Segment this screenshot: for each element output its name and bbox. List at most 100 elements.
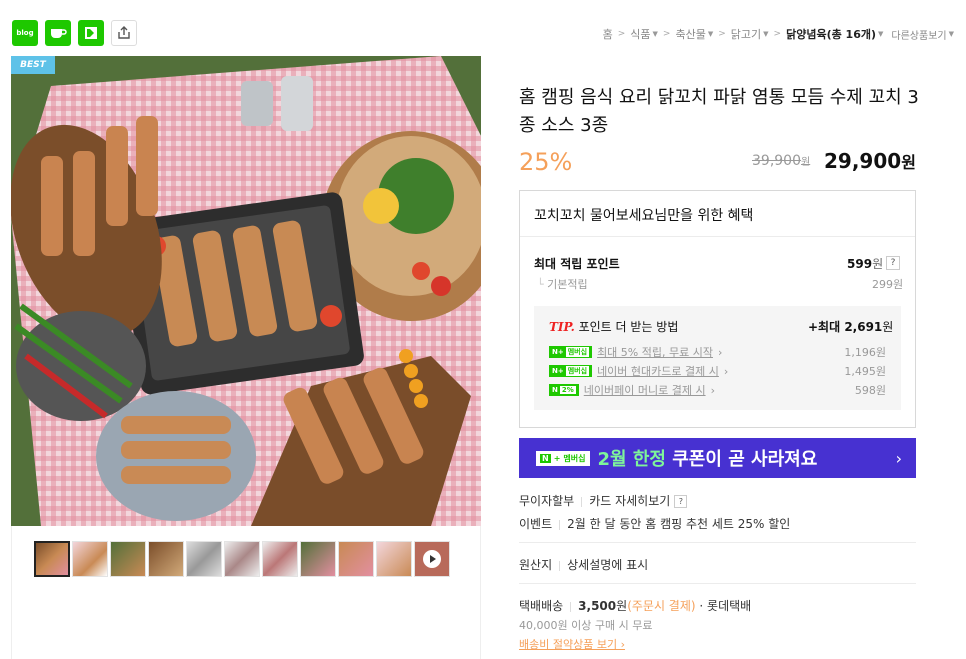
sale-price: 29,900원 (824, 149, 916, 173)
sale-price-value: 29,900 (824, 149, 902, 173)
tip-max-prefix: +최대 (808, 320, 841, 334)
coupon-banner[interactable]: N + 멤버십 2월 한정 쿠폰이 곧 사라져요 › (519, 438, 916, 478)
event-text: 2월 한 달 동안 홈 캠핑 추천 세트 25% 할인 (567, 517, 791, 531)
help-icon[interactable]: ? (886, 256, 900, 270)
thumbnail[interactable] (338, 541, 374, 577)
product-title: 홈 캠핑 음식 요리 닭꼬치 파닭 염통 모듬 수제 꼬치 3종 소스 3종 (519, 87, 919, 136)
chevron-down-icon[interactable]: ▼ (878, 30, 883, 38)
shipping-note: (주문시 결제) (627, 599, 696, 613)
percent-label: 2% (559, 386, 576, 394)
event-label: 이벤트 (519, 517, 553, 531)
breadcrumb-home[interactable]: 홈 (603, 26, 613, 42)
origin-text: 상세설명에 표시 (567, 558, 649, 572)
help-icon[interactable]: ? (674, 495, 688, 508)
shipping-row: 택배배송 3,500원(주문시 결제) · 롯데택배 (519, 597, 751, 614)
tip-heading: TIP. 포인트 더 받는 방법 (549, 318, 678, 335)
thumbnail[interactable] (224, 541, 260, 577)
shipping-company: · 롯데택배 (699, 599, 752, 613)
npay-letter: N (552, 367, 558, 375)
original-price: 39,900원 (752, 153, 810, 169)
installment-row: 무이자할부 카드 자세히보기? (519, 492, 688, 509)
banner-highlight: 2월 한정 (597, 449, 666, 470)
membership-badge: N + 멤버십 (536, 450, 590, 466)
tip-max-value: 2,691 (844, 320, 883, 334)
breadcrumb-current[interactable]: 닭양념육(총 16개) (786, 26, 876, 42)
breadcrumb-separator-icon: > (662, 29, 671, 39)
shipping-saver-link[interactable]: 배송비 절약상품 보기 › (519, 636, 625, 652)
cafe-icon[interactable] (45, 20, 71, 46)
chevron-right-icon: › (710, 383, 715, 397)
breadcrumb-livestock[interactable]: 축산물 (675, 26, 705, 42)
max-point-unit: 원 (872, 257, 884, 271)
sale-price-unit: 원 (901, 153, 916, 172)
base-point-text: 기본적립 (547, 278, 588, 291)
original-price-value: 39,900 (752, 153, 801, 169)
tip-row-value: 1,196원 (844, 346, 886, 359)
breadcrumb-food[interactable]: 식품 (630, 26, 650, 42)
share-toolbar: blog (12, 20, 137, 46)
membership-label: 멤버십 (565, 366, 590, 376)
thumbnail[interactable] (262, 541, 298, 577)
divider (559, 560, 561, 571)
other-products-link[interactable]: 다른상품보기 (891, 27, 946, 42)
max-point-label: 최대 적립 포인트 (534, 257, 620, 271)
main-product-image[interactable] (11, 56, 481, 526)
thumbnail-strip (34, 541, 450, 577)
thumbnail[interactable] (148, 541, 184, 577)
thumbnail[interactable] (186, 541, 222, 577)
membership-label: 멤버십 (565, 347, 590, 357)
tree-branch-icon: └ (537, 278, 548, 291)
base-point-value: 299원 (872, 278, 904, 291)
origin-label: 원산지 (519, 558, 553, 572)
chevron-down-icon[interactable]: ▼ (708, 30, 713, 38)
chevron-down-icon[interactable]: ▼ (949, 30, 954, 38)
discount-rate: 25% (519, 148, 573, 176)
tip-row-value: 1,495원 (844, 365, 886, 378)
band-icon[interactable] (78, 20, 104, 46)
divider (581, 496, 583, 507)
benefit-title: 꼬치꼬치 물어보세요님만을 위한 혜택 (534, 208, 754, 224)
video-thumbnail[interactable] (414, 541, 450, 577)
tip-row-membership[interactable]: N + 멤버십 최대 5% 적립, 무료 시작 › (549, 344, 722, 360)
banner-text: 2월 한정 쿠폰이 곧 사라져요 (598, 445, 818, 471)
thumbnail[interactable] (376, 541, 412, 577)
blog-icon[interactable]: blog (12, 20, 38, 46)
tip-row-money[interactable]: N 2% 네이버페이 머니로 결제 시 › (549, 382, 715, 398)
chevron-right-icon: › (723, 364, 729, 378)
breadcrumb-chicken[interactable]: 닭고기 (731, 26, 761, 42)
free-shipping-note: 40,000원 이상 구매 시 무료 (519, 619, 653, 632)
divider (519, 542, 916, 543)
origin-row: 원산지 상세설명에 표시 (519, 556, 648, 573)
npay-membership-badge: N + 멤버십 (549, 346, 593, 358)
base-point-label: └ 기본적립 (537, 276, 588, 292)
divider (519, 583, 916, 584)
tip-label: TIP. (549, 320, 575, 334)
divider (559, 519, 561, 530)
thumbnail[interactable] (34, 541, 70, 577)
share-icon[interactable] (111, 20, 137, 46)
npay-membership-badge: N + 멤버십 (549, 365, 593, 377)
breadcrumb-count: (총 16개) (826, 28, 877, 41)
npay-letter: N (552, 348, 558, 356)
tip-row-link[interactable]: 네이버페이 머니로 결제 시 (584, 382, 706, 398)
npay-letter: N (552, 386, 558, 394)
thumbnail[interactable] (110, 541, 146, 577)
chevron-down-icon[interactable]: ▼ (763, 30, 768, 38)
breadcrumb-separator-icon: > (718, 29, 726, 39)
tip-row-value: 598원 (854, 384, 886, 397)
breadcrumb: 홈 > 식품 ▼ > 축산물 ▼ > 닭고기 ▼ > 닭양념육(총 16개) ▼ 다른상… (603, 26, 954, 42)
installment-label: 무이자할부 (519, 494, 575, 508)
breadcrumb-separator-icon: > (617, 29, 626, 39)
max-point-value: 599원 (847, 255, 883, 272)
tip-row-link[interactable]: 최대 5% 적립, 무료 시작 (597, 344, 713, 360)
breadcrumb-separator-icon: > (773, 29, 782, 39)
chevron-right-icon: › (895, 448, 902, 468)
card-detail-link[interactable]: 카드 자세히보기 (589, 494, 670, 508)
tip-row-card[interactable]: N + 멤버십 네이버 현대카드로 결제 시 › (549, 363, 728, 379)
shipping-label: 택배배송 (519, 599, 564, 613)
tip-row-link[interactable]: 네이버 현대카드로 결제 시 (597, 363, 719, 379)
thumbnail[interactable] (300, 541, 336, 577)
max-point-number: 599 (847, 257, 873, 271)
thumbnail[interactable] (72, 541, 108, 577)
chevron-down-icon[interactable]: ▼ (653, 30, 658, 38)
